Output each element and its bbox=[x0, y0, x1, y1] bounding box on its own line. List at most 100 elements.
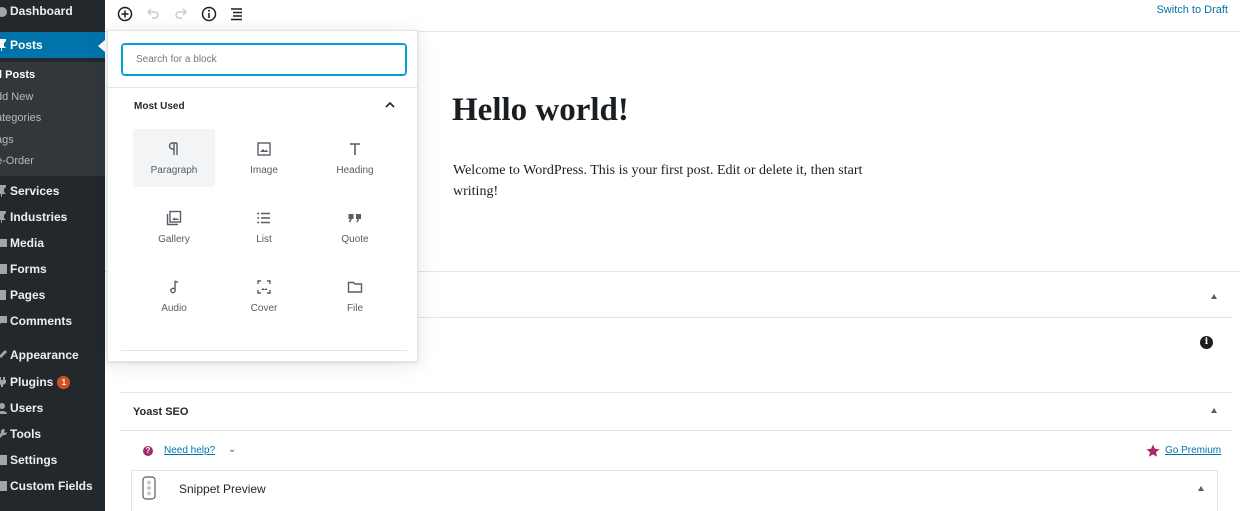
block-paragraph[interactable]: Paragraph bbox=[133, 129, 215, 187]
submenu-add-new[interactable]: dd New bbox=[0, 91, 33, 103]
divider bbox=[120, 430, 1232, 431]
need-help-link[interactable]: Need help? bbox=[164, 445, 215, 456]
heading-icon bbox=[345, 139, 365, 159]
sidebar-item-posts[interactable]: Posts bbox=[0, 32, 105, 58]
add-block-icon bbox=[117, 6, 133, 22]
sidebar-item-custom-fields[interactable]: Custom Fields bbox=[0, 473, 105, 499]
sidebar-item-label: Comments bbox=[10, 314, 73, 328]
block-quote[interactable]: Quote bbox=[314, 198, 396, 256]
post-title[interactable]: Hello world! bbox=[452, 92, 629, 129]
block-inserter-popover: Most Used Paragraph Image Heading Galler… bbox=[107, 30, 418, 362]
star-icon bbox=[1146, 444, 1160, 457]
caret-up-icon[interactable] bbox=[1211, 294, 1217, 299]
sidebar-item-label: Media bbox=[10, 236, 45, 250]
block-navigation-button[interactable] bbox=[225, 2, 249, 26]
block-heading[interactable]: Heading bbox=[314, 129, 396, 187]
content-info-button[interactable] bbox=[197, 2, 221, 26]
yoast-seo-title[interactable]: Yoast SEO bbox=[133, 406, 188, 418]
cover-icon bbox=[254, 277, 274, 297]
sidebar-item-comments[interactable]: Comments bbox=[0, 308, 105, 334]
settings-icon bbox=[0, 454, 7, 466]
pin-icon bbox=[0, 39, 6, 51]
paragraph-icon bbox=[164, 139, 184, 159]
post-paragraph[interactable]: Welcome to WordPress. This is your first… bbox=[453, 160, 893, 202]
submenu-tags[interactable]: ags bbox=[0, 134, 14, 146]
brush-icon bbox=[0, 349, 7, 361]
block-label: Quote bbox=[341, 234, 369, 245]
sidebar-item-dashboard[interactable]: Dashboard bbox=[0, 0, 105, 24]
page-icon bbox=[0, 289, 6, 301]
block-image[interactable]: Image bbox=[223, 129, 305, 187]
block-search-input[interactable] bbox=[121, 43, 407, 76]
submenu-categories[interactable]: ategories bbox=[0, 112, 41, 124]
audio-icon bbox=[164, 277, 184, 297]
sidebar-item-plugins[interactable]: Plugins 1 bbox=[0, 369, 105, 395]
block-label: Image bbox=[250, 165, 278, 176]
sidebar-item-settings[interactable]: Settings bbox=[0, 447, 105, 473]
sidebar-item-label: Users bbox=[10, 401, 44, 415]
divider bbox=[121, 350, 407, 351]
block-label: Paragraph bbox=[150, 165, 198, 176]
redo-icon bbox=[175, 8, 188, 19]
fields-icon bbox=[0, 480, 7, 492]
info-icon bbox=[201, 6, 217, 22]
go-premium-link[interactable]: Go Premium bbox=[1165, 445, 1221, 456]
admin-sidebar: Dashboard Posts ll Posts dd New ategorie… bbox=[0, 0, 105, 511]
question-icon: ? bbox=[143, 446, 153, 456]
snippet-preview-panel bbox=[131, 470, 1218, 511]
undo-button[interactable] bbox=[141, 2, 165, 26]
comment-icon bbox=[0, 315, 7, 327]
submenu-re-order[interactable]: e-Order bbox=[0, 155, 34, 167]
sidebar-item-label: Tools bbox=[10, 427, 42, 441]
block-label: Audio bbox=[161, 303, 187, 314]
sidebar-item-label: Settings bbox=[10, 453, 58, 467]
info-icon[interactable]: i bbox=[1200, 336, 1213, 349]
sidebar-item-label: Posts bbox=[10, 38, 43, 52]
sidebar-item-media[interactable]: Media bbox=[0, 230, 105, 256]
undo-icon bbox=[146, 8, 159, 19]
snippet-preview-label[interactable]: Snippet Preview bbox=[179, 482, 266, 496]
user-icon bbox=[0, 402, 7, 414]
block-label: Heading bbox=[336, 165, 374, 176]
block-label: File bbox=[346, 303, 364, 314]
dashboard-icon bbox=[0, 5, 7, 17]
block-file[interactable]: File bbox=[314, 267, 396, 325]
block-cover[interactable]: Cover bbox=[223, 267, 305, 325]
most-used-heading[interactable]: Most Used bbox=[134, 101, 185, 112]
sidebar-item-services[interactable]: Services bbox=[0, 178, 105, 204]
caret-up-icon[interactable] bbox=[1211, 408, 1217, 413]
submenu-all-posts[interactable]: ll Posts bbox=[0, 69, 35, 81]
media-icon bbox=[0, 237, 7, 249]
redo-button[interactable] bbox=[169, 2, 193, 26]
folder-icon bbox=[345, 277, 365, 297]
block-label: Cover bbox=[250, 303, 278, 314]
sidebar-item-label: Appearance bbox=[10, 348, 79, 362]
divider bbox=[120, 392, 1232, 393]
sidebar-item-pages[interactable]: Pages bbox=[0, 282, 105, 308]
chevron-down-icon[interactable]: ⌄ bbox=[228, 444, 236, 455]
update-count-badge: 1 bbox=[57, 375, 71, 389]
switch-to-draft-link[interactable]: Switch to Draft bbox=[1156, 4, 1228, 16]
sidebar-item-label: Industries bbox=[10, 210, 68, 224]
caret-up-icon[interactable] bbox=[1198, 486, 1204, 491]
block-gallery[interactable]: Gallery bbox=[133, 198, 215, 256]
posts-submenu: ll Posts dd New ategories ags e-Order bbox=[0, 62, 105, 176]
block-list[interactable]: List bbox=[223, 198, 305, 256]
sidebar-item-appearance[interactable]: Appearance bbox=[0, 342, 105, 368]
sidebar-item-label: Forms bbox=[10, 262, 47, 276]
sidebar-item-users[interactable]: Users bbox=[0, 395, 105, 421]
chevron-up-icon[interactable] bbox=[384, 99, 396, 111]
add-block-button[interactable] bbox=[113, 2, 137, 26]
block-label: List bbox=[256, 234, 272, 245]
quote-icon bbox=[345, 208, 365, 228]
sidebar-item-tools[interactable]: Tools bbox=[0, 421, 105, 447]
sidebar-item-industries[interactable]: Industries bbox=[0, 204, 105, 230]
block-audio[interactable]: Audio bbox=[133, 267, 215, 325]
forms-icon bbox=[0, 263, 7, 275]
traffic-light-icon bbox=[142, 476, 156, 500]
sidebar-item-label: Dashboard bbox=[10, 4, 73, 18]
sidebar-item-forms[interactable]: Forms bbox=[0, 256, 105, 282]
pin-icon bbox=[0, 211, 6, 223]
divider bbox=[108, 87, 417, 88]
gallery-icon bbox=[164, 208, 184, 228]
